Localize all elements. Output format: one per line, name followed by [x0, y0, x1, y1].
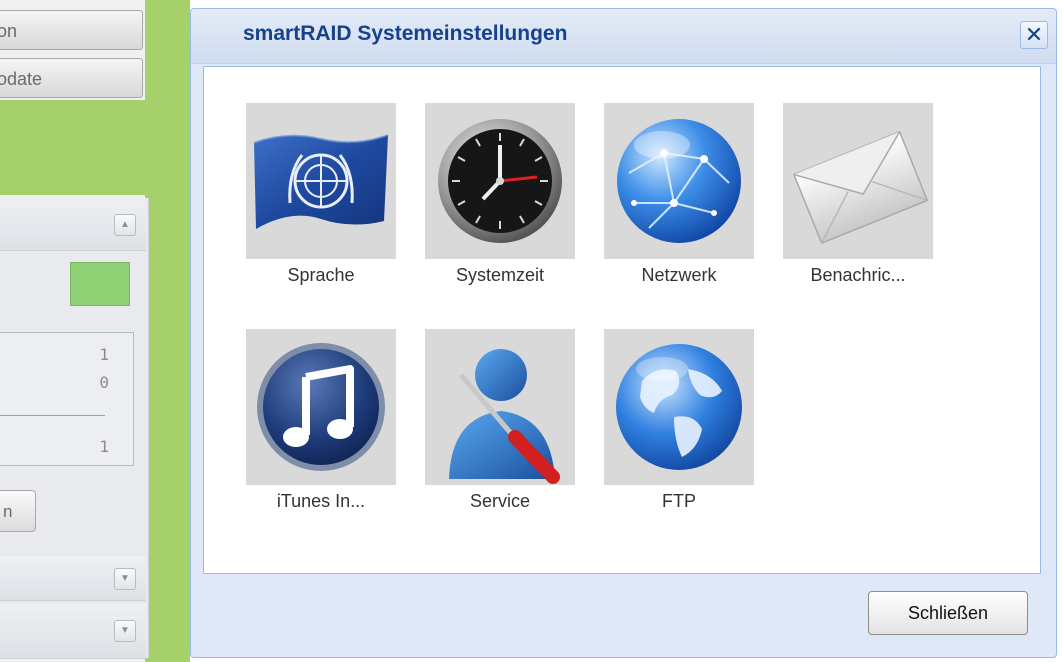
background-update-button[interactable]: odate [0, 58, 143, 98]
close-icon[interactable]: ✕ [1020, 21, 1048, 49]
settings-dialog: smartRAID Systemeinstellungen ✕ Sprache … [190, 8, 1057, 658]
tile-service[interactable]: Service [425, 329, 575, 519]
tile-label: Netzwerk [641, 265, 717, 285]
dialog-title: smartRAID Systemeinstellungen [243, 22, 568, 45]
envelope-icon [792, 130, 929, 245]
panel-header-collapsed-1: ▼ [0, 556, 146, 601]
counter-total: 1 [99, 437, 109, 456]
tile-label: Service [469, 491, 531, 511]
counter-divider [0, 415, 105, 416]
tile-ftp[interactable]: FTP [604, 329, 754, 519]
close-button[interactable]: Schließen [868, 591, 1028, 635]
un-flag-icon [253, 134, 389, 229]
settings-icon-grid: Sprache Systemzeit Netzwerk Benachric...… [203, 66, 1041, 574]
panel-header-collapsed-2: ▼ [0, 604, 146, 659]
background-small-button[interactable]: n [0, 490, 36, 532]
tile-label: Sprache [287, 265, 355, 285]
tile-label: FTP [662, 491, 696, 511]
music-note-icon [257, 343, 385, 471]
tile-label: iTunes In... [276, 491, 366, 511]
green-divider-strip [145, 0, 190, 662]
service-user-screwdriver-icon [449, 349, 560, 484]
background-button-1[interactable]: on [0, 10, 143, 50]
tile-systemzeit[interactable]: Systemzeit [425, 103, 575, 293]
tile-sprache[interactable]: Sprache [246, 103, 396, 293]
counter-value: 1 [99, 345, 109, 364]
tile-benachrichtigung[interactable]: Benachric... [783, 103, 933, 293]
counter-value: 0 [99, 373, 109, 392]
expand-down-icon[interactable]: ▼ [114, 568, 136, 590]
tile-itunes[interactable]: iTunes In... [246, 329, 396, 519]
counter-box: 1 0 1 [0, 332, 134, 466]
dialog-titlebar[interactable]: smartRAID Systemeinstellungen ✕ [191, 9, 1056, 64]
background-app: on odate ▲ ▼ ▼ 1 0 1 n [0, 0, 190, 662]
panel-header-expanded: ▲ [0, 198, 146, 251]
clock-icon [438, 119, 562, 243]
tile-label: Benachric... [810, 265, 906, 285]
collapse-up-icon[interactable]: ▲ [114, 214, 136, 236]
expand-down-icon[interactable]: ▼ [114, 620, 136, 642]
status-indicator [70, 262, 130, 306]
earth-globe-icon [616, 344, 742, 470]
tile-label: Systemzeit [455, 265, 545, 285]
network-globe-icon [617, 119, 741, 243]
tile-netzwerk[interactable]: Netzwerk [604, 103, 754, 293]
dialog-footer: Schließen [191, 573, 1056, 657]
